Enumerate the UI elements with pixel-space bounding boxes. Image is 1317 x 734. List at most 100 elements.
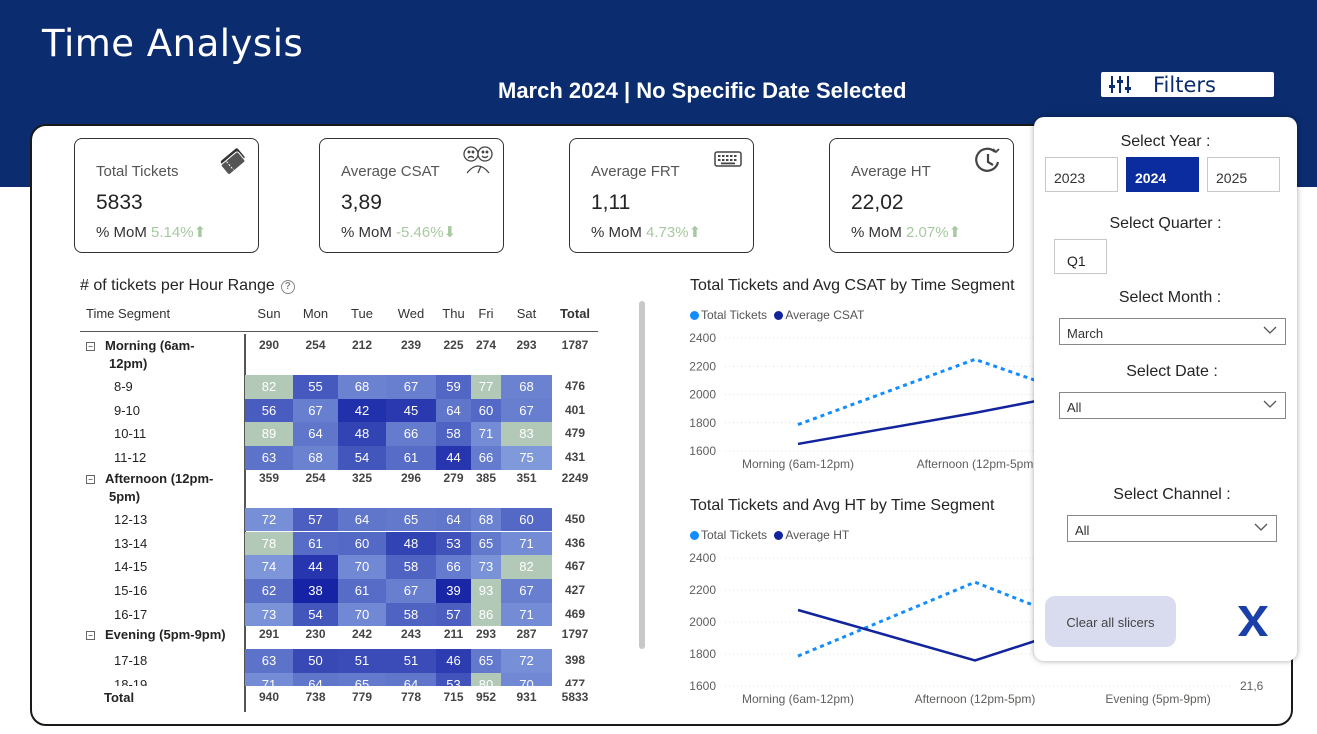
column-header[interactable]: Fri — [471, 302, 501, 325]
heat-cell[interactable]: 63 — [245, 649, 293, 673]
column-header[interactable]: Thu — [436, 302, 471, 325]
year-button-2025[interactable]: 2025 — [1207, 157, 1280, 192]
column-header[interactable]: Time Segment — [80, 302, 245, 325]
row-label: 8-9 — [114, 379, 133, 394]
matrix-scrollbar[interactable] — [639, 301, 645, 649]
heat-cell[interactable]: 89 — [245, 422, 293, 447]
kpi-mom: % MoM -5.46%⬇ — [341, 224, 457, 241]
heat-cell[interactable]: 67 — [501, 398, 552, 423]
heat-cell[interactable]: 65 — [386, 507, 436, 532]
heat-cell[interactable]: 78 — [245, 531, 293, 556]
close-x-icon[interactable] — [1234, 602, 1272, 640]
heat-cell[interactable]: 46 — [436, 649, 471, 673]
filters-button[interactable]: Filters — [1101, 72, 1274, 97]
y-tick-label: 2000 — [689, 615, 716, 629]
heat-cell[interactable]: 58 — [386, 555, 436, 579]
heat-cell[interactable]: 64 — [293, 422, 338, 447]
heat-cell[interactable]: 55 — [293, 375, 338, 399]
heat-cell[interactable]: 67 — [386, 375, 436, 399]
heat-cell[interactable]: 61 — [293, 531, 338, 556]
row-total-cell: 479 — [564, 426, 586, 441]
heat-cell[interactable]: 38 — [293, 578, 338, 603]
heat-cell[interactable]: 74 — [245, 555, 293, 579]
heat-cell[interactable]: 82 — [245, 375, 293, 399]
heat-cell[interactable]: 71 — [471, 422, 501, 447]
kpi-mom: % MoM 5.14%⬆ — [96, 224, 207, 241]
group-label[interactable]: − Afternoon (12pm- 5pm) — [80, 470, 242, 506]
heat-cell[interactable]: 51 — [386, 649, 436, 673]
heat-cell[interactable]: 64 — [338, 507, 386, 532]
heat-cell[interactable]: 50 — [293, 649, 338, 673]
year-button-2023[interactable]: 2023 — [1045, 157, 1118, 192]
clear-all-slicers-button[interactable]: Clear all slicers — [1045, 596, 1176, 647]
row-label: 13-14 — [114, 535, 148, 551]
heat-cell[interactable]: 42 — [338, 398, 386, 423]
row-total-cell: 467 — [564, 559, 586, 574]
filters-panel: Select Year : 2023 2024 2025 Select Quar… — [1034, 117, 1297, 661]
heat-cell[interactable]: 48 — [338, 422, 386, 447]
column-header[interactable]: Sat — [501, 302, 552, 325]
collapse-icon[interactable]: − — [86, 342, 95, 351]
heat-cell[interactable]: 60 — [338, 531, 386, 556]
column-header[interactable]: Wed — [386, 302, 436, 325]
heat-cell[interactable]: 70 — [338, 555, 386, 579]
column-header[interactable]: Tue — [338, 302, 386, 325]
heat-cell[interactable]: 44 — [293, 555, 338, 579]
heat-cell[interactable]: 64 — [436, 507, 471, 532]
heat-cell[interactable]: 83 — [501, 422, 552, 447]
grand-total-cell: 940 — [258, 690, 280, 704]
heat-cell[interactable]: 82 — [501, 555, 552, 579]
group-label[interactable]: − Evening (5pm-9pm) — [80, 626, 242, 644]
heat-cell[interactable]: 66 — [436, 555, 471, 579]
group-total-cell: 385 — [475, 470, 497, 485]
collapse-icon[interactable]: − — [86, 631, 95, 641]
heat-cell[interactable]: 60 — [501, 507, 552, 532]
heat-cell[interactable]: 65 — [471, 531, 501, 556]
quarter-button-q1[interactable]: Q1 — [1054, 239, 1107, 274]
kpi-average-csat: Average CSAT 3,89 % MoM -5.46%⬇ — [319, 138, 504, 253]
heat-cell[interactable]: 45 — [386, 398, 436, 423]
column-header[interactable]: Total — [552, 302, 598, 325]
heat-cell[interactable]: 58 — [436, 422, 471, 447]
heat-cell[interactable]: 62 — [245, 578, 293, 603]
year-button-2024[interactable]: 2024 — [1126, 157, 1199, 192]
heat-cell[interactable]: 71 — [501, 531, 552, 556]
heat-cell[interactable]: 61 — [338, 578, 386, 603]
collapse-icon[interactable]: − — [86, 474, 95, 484]
channel-dropdown[interactable]: All — [1067, 515, 1277, 542]
heat-cell[interactable]: 66 — [386, 422, 436, 447]
heat-cell[interactable]: 53 — [436, 531, 471, 556]
heat-cell[interactable]: 67 — [501, 578, 552, 603]
month-dropdown[interactable]: March — [1059, 318, 1286, 345]
heat-cell[interactable]: 72 — [245, 507, 293, 532]
heat-cell[interactable]: 68 — [501, 375, 552, 399]
kpi-value: 1,11 — [591, 191, 631, 214]
heat-cell[interactable]: 67 — [386, 578, 436, 603]
heat-cell[interactable]: 56 — [245, 398, 293, 423]
date-dropdown[interactable]: All — [1059, 392, 1286, 419]
heat-cell[interactable]: 57 — [293, 507, 338, 532]
heat-cell[interactable]: 39 — [436, 578, 471, 603]
heat-cell[interactable]: 60 — [471, 398, 501, 423]
heat-cell[interactable]: 68 — [338, 375, 386, 399]
heat-cell[interactable]: 64 — [436, 398, 471, 423]
heat-cell[interactable]: 48 — [386, 531, 436, 556]
group-label[interactable]: − Morning (6am- 12pm) — [80, 337, 242, 373]
legend-label: Average HT — [785, 528, 850, 542]
heat-cell[interactable]: 93 — [471, 578, 501, 603]
column-header[interactable]: Mon — [293, 302, 338, 325]
heat-cell[interactable]: 59 — [436, 375, 471, 399]
heat-cell[interactable]: 73 — [471, 555, 501, 579]
heat-cell[interactable]: 67 — [293, 398, 338, 423]
heat-cell[interactable]: 65 — [471, 649, 501, 673]
chart2-legend: Total Tickets Average HT — [690, 528, 849, 542]
heat-cell[interactable]: 72 — [501, 649, 552, 673]
heat-cell[interactable]: 77 — [471, 375, 501, 399]
column-header[interactable]: Sun — [245, 302, 293, 325]
chart2-title: Total Tickets and Avg HT by Time Segment — [690, 497, 995, 514]
legend-label: Average CSAT — [785, 308, 865, 322]
grand-total-label: Total — [104, 690, 135, 705]
heat-cell[interactable]: 68 — [471, 507, 501, 532]
heat-cell[interactable]: 51 — [338, 649, 386, 673]
help-icon[interactable]: ? — [280, 280, 295, 294]
